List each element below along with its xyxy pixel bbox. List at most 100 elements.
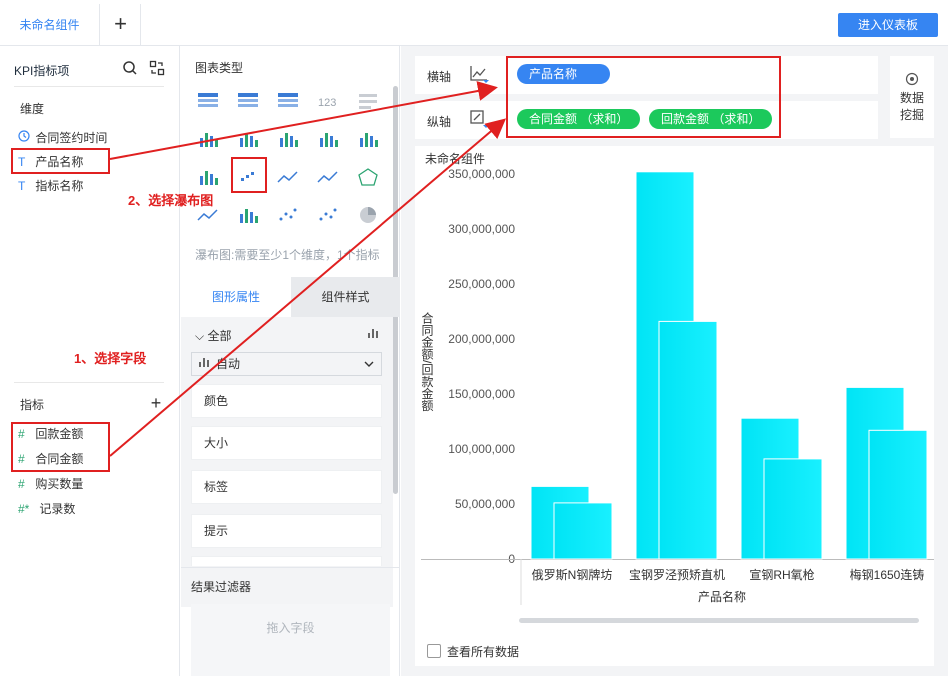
result-filter-title: 结果过滤器: [191, 580, 252, 594]
tab-graphic-properties[interactable]: 图形属性: [181, 277, 291, 317]
field-contract-amount[interactable]: # 合同金额: [18, 449, 83, 469]
y-tick-label: 200,000,000: [448, 332, 515, 346]
y-tick-label: 300,000,000: [448, 222, 515, 236]
field-label: 合同签约时间: [35, 131, 108, 145]
x-axis-row: 横轴 产品名称: [415, 56, 878, 94]
divider: [14, 86, 164, 87]
filter-placeholder: 拖入字段: [266, 621, 315, 635]
y-tick-label: 100,000,000: [448, 442, 515, 456]
text-icon[interactable]: [355, 90, 381, 112]
stacked-bar-icon[interactable]: [195, 166, 221, 188]
x-tick-label: 俄罗斯N钢牌坊: [532, 567, 613, 582]
text-type-icon: T: [18, 155, 26, 169]
prop-more: [191, 556, 382, 566]
svg-text:123: 123: [318, 97, 336, 109]
chart-subtype-select[interactable]: 自动: [191, 352, 382, 376]
chart-container: 未命名组件 050,000,000100,000,000150,000,0002…: [415, 146, 934, 666]
filter-drop-zone[interactable]: 拖入字段: [191, 604, 390, 676]
y-field-pill-contract[interactable]: 合同金额 （求和）: [517, 109, 641, 129]
number-type-icon: #: [18, 452, 25, 466]
line-chart-icon[interactable]: [315, 166, 341, 188]
field-indicator-name[interactable]: T 指标名称: [18, 176, 83, 196]
top-bar: 未命名组件 + 进入仪表板: [0, 0, 948, 46]
waterfall-icon[interactable]: [235, 166, 261, 188]
field-label: 合同金额: [35, 452, 84, 466]
field-contract-date[interactable]: 合同签约时间: [18, 128, 107, 148]
bar: [763, 458, 823, 560]
prop-size[interactable]: 大小: [191, 426, 382, 460]
number-type-icon: #: [18, 477, 25, 491]
data-mining-button[interactable]: 数据 挖掘: [890, 56, 934, 138]
field-label: 购买数量: [35, 477, 84, 491]
chart-area: 横轴 产品名称 纵轴 合同金额 （求和） 回款金额 （求和） 数据 挖掘 未命名…: [401, 46, 948, 676]
y-axis-title: 合同金额/回款金额: [420, 311, 434, 412]
table-icon[interactable]: [195, 90, 221, 112]
x-tick-label: 宝钢罗泾预矫直机: [629, 567, 725, 582]
property-tabs: 图形属性 组件样式: [181, 277, 400, 317]
detail-table-icon[interactable]: [275, 90, 301, 112]
chart-scrollbar: [519, 618, 919, 623]
pie-icon[interactable]: [355, 204, 381, 226]
annotation-step1: 1、选择字段: [74, 351, 147, 366]
view-all-checkbox[interactable]: [427, 644, 441, 658]
grouped-bar-icon[interactable]: [275, 128, 301, 150]
select-value: 自动: [216, 357, 241, 371]
bar-chart-small-icon[interactable]: [367, 327, 379, 342]
bar-chart-icon[interactable]: [315, 128, 341, 150]
field-purchase-quantity[interactable]: # 购买数量: [18, 474, 83, 494]
x-field-pill[interactable]: 产品名称: [517, 64, 610, 84]
tab-component-style[interactable]: 组件样式: [291, 277, 400, 317]
dimension-section-title: 维度: [20, 102, 45, 116]
bubble-icon[interactable]: [315, 204, 341, 226]
field-record-count[interactable]: #* 记录数: [18, 499, 75, 519]
field-payment-amount[interactable]: # 回款金额: [18, 424, 83, 444]
chart-config-panel: 图表类型 123 瀑布图:需要至少1个维度，1个指标 图形属性 组件样式 ⌵ 全…: [181, 46, 400, 676]
scatter-icon[interactable]: [275, 204, 301, 226]
field-label: 指标名称: [35, 179, 84, 193]
y-tick-label: 50,000,000: [455, 497, 515, 511]
all-toggle[interactable]: ⌵ 全部: [195, 327, 231, 344]
radar-icon[interactable]: [355, 166, 381, 188]
map-icon[interactable]: [195, 128, 221, 150]
field-label: 产品名称: [35, 155, 84, 169]
record-count-icon: #*: [18, 502, 30, 516]
multi-bar-icon[interactable]: [355, 128, 381, 150]
chart-type-hint: 瀑布图:需要至少1个维度，1个指标: [195, 248, 380, 262]
bar-chart: 050,000,000100,000,000150,000,000200,000…: [420, 167, 934, 623]
mining-label-1: 数据: [899, 91, 924, 105]
prop-label[interactable]: 标签: [191, 470, 382, 504]
y-axis-settings-icon[interactable]: [469, 109, 491, 132]
cross-table-icon[interactable]: [235, 90, 261, 112]
add-measure-icon[interactable]: +: [148, 394, 164, 412]
number-type-icon: #: [18, 427, 25, 441]
y-axis-label: 纵轴: [427, 115, 452, 129]
y-field-pill-payment[interactable]: 回款金额 （求和）: [649, 109, 773, 129]
view-all-label: 查看所有数据: [447, 645, 520, 659]
text-type-icon: T: [18, 179, 26, 193]
prop-color[interactable]: 颜色: [191, 384, 382, 418]
range-bar-icon[interactable]: [235, 204, 261, 226]
y-axis-row: 纵轴 合同金额 （求和） 回款金额 （求和）: [415, 101, 878, 139]
x-axis-title: 产品名称: [698, 589, 746, 604]
add-tab-button[interactable]: +: [101, 4, 141, 46]
prop-tooltip[interactable]: 提示: [191, 514, 382, 548]
y-tick-label: 250,000,000: [448, 277, 515, 291]
field-label: 记录数: [39, 502, 76, 516]
all-label: 全部: [207, 329, 232, 343]
heat-map-icon[interactable]: [235, 128, 261, 150]
y-tick-label: 350,000,000: [448, 167, 515, 181]
number-kpi-icon[interactable]: 123: [315, 90, 341, 112]
x-axis-settings-icon[interactable]: [469, 64, 491, 87]
y-tick-label: 150,000,000: [448, 387, 515, 401]
switch-view-icon[interactable]: [149, 60, 165, 76]
x-tick-label: 宣钢RH氧枪: [749, 567, 814, 582]
dataset-title: KPI指标项: [14, 64, 70, 78]
area-line-icon[interactable]: [275, 166, 301, 188]
clock-icon: [18, 128, 32, 148]
enter-dashboard-button[interactable]: 进入仪表板: [838, 13, 938, 37]
x-tick-label: 梅钢1650连铸: [850, 567, 925, 582]
bar: [658, 320, 718, 560]
search-icon[interactable]: [122, 60, 138, 76]
field-product-name[interactable]: T 产品名称: [18, 152, 83, 172]
tab-unnamed-component[interactable]: 未命名组件: [0, 4, 100, 46]
